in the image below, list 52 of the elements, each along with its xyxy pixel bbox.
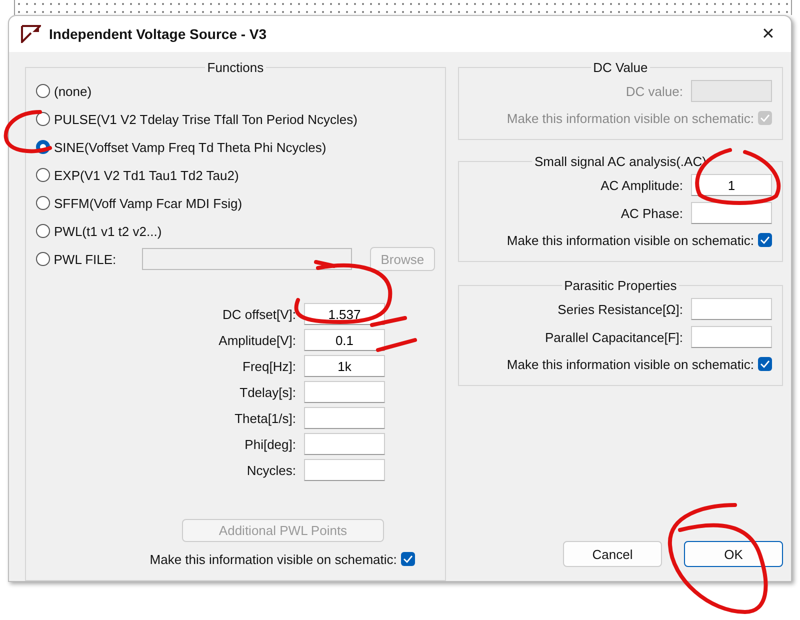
parameter-field[interactable]: 0.1 (304, 329, 385, 351)
field-label: AC Amplitude: (600, 178, 683, 192)
radio-button[interactable] (36, 196, 50, 210)
group-title: Parasitic Properties (563, 278, 678, 293)
radio-label[interactable]: SINE(Voffset Vamp Freq Td Theta Phi Ncycles) (54, 140, 326, 154)
parameter-label: Theta[1/s]: (234, 410, 296, 426)
value-field[interactable] (691, 202, 772, 224)
parameter-label: Freq[Hz]: (242, 358, 296, 374)
dialog-button[interactable]: Cancel (563, 541, 662, 567)
group-title: Small signal AC analysis(.AC) (533, 154, 708, 169)
field-label: AC Phase: (620, 206, 683, 220)
field-label: Parallel Capacitance[F]: (544, 330, 683, 344)
parameter-label: DC offset[V]: (222, 306, 296, 322)
group-title: DC Value (592, 60, 649, 75)
visible-on-schematic-label: Make this information visible on schematic: (506, 232, 754, 248)
parameter-field[interactable] (304, 459, 385, 481)
visible-checkbox[interactable] (758, 233, 772, 247)
visible-on-schematic-label: Make this information visible on schematic: (506, 356, 754, 372)
radio-label[interactable]: PWL(t1 v1 t2 v2...) (54, 224, 162, 238)
app-logo-icon (21, 25, 41, 43)
parameter-label: Tdelay[s]: (238, 384, 296, 400)
field-label: DC value: (626, 84, 683, 98)
dialog-button[interactable]: OK (684, 541, 783, 567)
pwl-file-field[interactable] (142, 248, 352, 270)
radio-label[interactable]: SFFM(Voff Vamp Fcar MDI Fsig) (54, 196, 242, 210)
radio-button[interactable] (36, 252, 50, 266)
radio-button[interactable] (36, 168, 50, 182)
parameter-field[interactable]: 1k (304, 355, 385, 377)
visible-on-schematic-label: Make this information visible on schematic: (506, 110, 754, 126)
visible-on-schematic-label: Make this information visible on schematic: (150, 552, 397, 566)
visible-checkbox[interactable] (400, 552, 415, 566)
radio-button[interactable] (36, 112, 50, 126)
radio-label[interactable]: PWL FILE: (54, 252, 116, 266)
value-field[interactable] (691, 298, 772, 320)
group-title: Functions (206, 60, 265, 75)
value-field[interactable] (691, 326, 772, 348)
parameter-label: Amplitude[V]: (218, 332, 296, 348)
window-title: Independent Voltage Source - V3 (49, 26, 268, 42)
field-label: Series Resistance[Ω]: (558, 302, 683, 316)
parameter-field[interactable] (304, 433, 385, 455)
radio-label[interactable]: (none) (54, 84, 92, 98)
parameter-field[interactable] (304, 381, 385, 403)
parameter-label: Phi[deg]: (244, 436, 296, 452)
radio-button[interactable] (36, 224, 50, 238)
visible-checkbox[interactable] (758, 357, 772, 371)
radio-label[interactable]: PULSE(V1 V2 Tdelay Trise Tfall Ton Period Ncycles) (54, 112, 358, 126)
radio-label[interactable]: EXP(V1 V2 Td1 Tau1 Td2 Tau2) (54, 168, 239, 182)
radio-button[interactable] (36, 84, 50, 98)
parameter-label: Ncycles: (246, 462, 296, 478)
value-field[interactable]: 1 (691, 174, 772, 196)
close-button[interactable]: ✕ (745, 16, 791, 52)
parameter-field[interactable] (304, 407, 385, 429)
